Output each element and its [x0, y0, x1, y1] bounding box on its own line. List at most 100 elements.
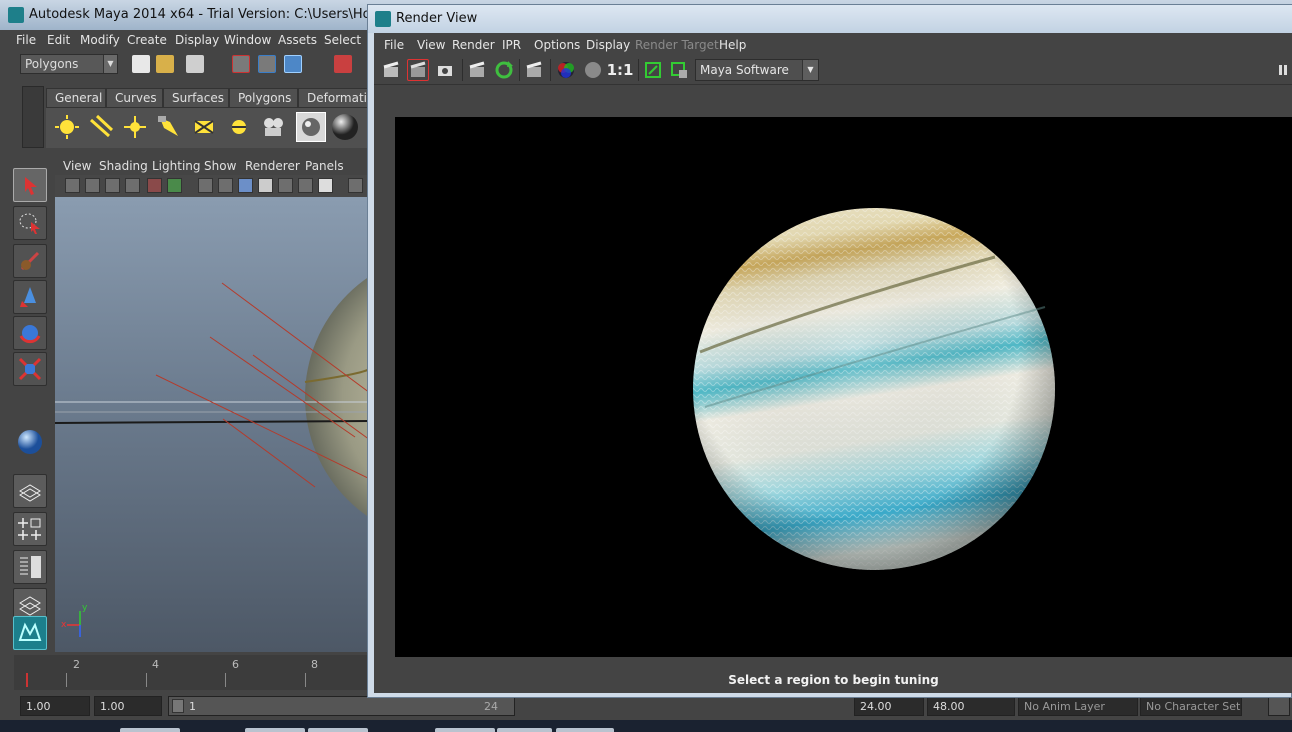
select-camera-icon[interactable]: [65, 178, 80, 193]
range-slider[interactable]: 1 24: [168, 696, 515, 716]
outliner-layout-icon[interactable]: [13, 550, 47, 584]
save-scene-icon[interactable]: [186, 55, 204, 73]
shelf-tab-surfaces[interactable]: Surfaces: [163, 88, 229, 108]
menu-file[interactable]: File: [16, 33, 36, 47]
smooth-shade-icon[interactable]: [218, 178, 233, 193]
start-time-field[interactable]: 1.00: [20, 696, 90, 716]
shelf-tab-curves[interactable]: Curves: [106, 88, 163, 108]
taskbar-button[interactable]: [245, 728, 305, 732]
default-lighting-icon[interactable]: [238, 178, 253, 193]
anim-prefs-icon[interactable]: [1268, 696, 1290, 716]
end-time-field[interactable]: 48.00: [927, 696, 1015, 716]
scale-tool-icon[interactable]: [13, 352, 47, 386]
lasso-tool-icon[interactable]: [13, 206, 47, 240]
film-gate-icon[interactable]: [167, 178, 182, 193]
key-icon[interactable]: [1245, 696, 1267, 716]
snapshot-icon[interactable]: [434, 59, 456, 81]
rotate-tool-icon[interactable]: [13, 316, 47, 350]
menu-display[interactable]: Display: [175, 33, 219, 47]
real-size-button[interactable]: 1:1: [606, 59, 634, 81]
renderer-select[interactable]: Maya Software ▼: [695, 59, 819, 81]
rv-menu-file[interactable]: File: [384, 38, 404, 52]
select-hierarchy-icon[interactable]: [232, 55, 250, 73]
ipr-render-icon[interactable]: [466, 59, 488, 81]
shelf-tab-polygons[interactable]: Polygons: [229, 88, 298, 108]
menu-select[interactable]: Select: [324, 33, 361, 47]
playback-start-field[interactable]: 1.00: [94, 696, 162, 716]
isolate-icon[interactable]: [318, 178, 333, 193]
rv-menu-help[interactable]: Help: [719, 38, 746, 52]
viewport-planet-sphere[interactable]: [305, 252, 370, 542]
menu-window[interactable]: Window: [224, 33, 271, 47]
menu-edit[interactable]: Edit: [47, 33, 70, 47]
rv-menu-options[interactable]: Options: [534, 38, 580, 52]
render-sphere-icon[interactable]: [330, 112, 360, 142]
keep-image-icon[interactable]: [642, 59, 664, 81]
remove-image-icon[interactable]: [668, 59, 690, 81]
rv-menu-ipr[interactable]: IPR: [502, 38, 521, 52]
move-tool-icon[interactable]: [13, 280, 47, 314]
rv-menu-render[interactable]: Render: [452, 38, 495, 52]
shelf-tab-deformation[interactable]: Deformation: [298, 88, 370, 108]
wireframe-icon[interactable]: [198, 178, 213, 193]
four-view-layout-icon[interactable]: [13, 512, 47, 546]
render-view-title-bar[interactable]: Render View: [368, 5, 1292, 33]
new-scene-icon[interactable]: [132, 55, 150, 73]
refresh-ipr-icon[interactable]: [493, 59, 515, 81]
character-set-field[interactable]: No Character Set: [1140, 696, 1242, 716]
anim-layer-field[interactable]: No Anim Layer: [1018, 696, 1138, 716]
single-perspective-layout-icon[interactable]: [13, 474, 47, 508]
perspective-viewport[interactable]: x y: [55, 197, 370, 652]
open-scene-icon[interactable]: [156, 55, 174, 73]
select-tool-icon[interactable]: [13, 168, 47, 202]
textured-icon[interactable]: [298, 178, 313, 193]
volume-light-icon[interactable]: [224, 112, 254, 142]
xray-icon[interactable]: [278, 178, 293, 193]
menu-set-select[interactable]: Polygons ▼: [20, 54, 118, 74]
directional-light-icon[interactable]: [86, 112, 116, 142]
menu-create[interactable]: Create: [127, 33, 167, 47]
render-sequence-icon[interactable]: [523, 59, 545, 81]
image-plane-icon[interactable]: [125, 178, 140, 193]
point-light-icon[interactable]: [120, 112, 150, 142]
taskbar-button[interactable]: [556, 728, 614, 732]
taskbar-button[interactable]: [120, 728, 180, 732]
panel-menu-lighting[interactable]: Lighting: [152, 159, 201, 173]
render-image-area[interactable]: [395, 117, 1292, 657]
select-component-icon[interactable]: [284, 55, 302, 73]
panel-menu-panels[interactable]: Panels: [305, 159, 344, 173]
playback-end-field[interactable]: 24.00: [854, 696, 924, 716]
taskbar-button[interactable]: [435, 728, 495, 732]
last-tool-icon[interactable]: [13, 425, 47, 459]
taskbar-button[interactable]: [497, 728, 552, 732]
area-light-icon[interactable]: [189, 112, 219, 142]
rv-menu-display[interactable]: Display: [586, 38, 630, 52]
panel-menu-view[interactable]: View: [63, 159, 91, 173]
panel-menu-shading[interactable]: Shading: [99, 159, 148, 173]
shelf-options-handle[interactable]: [22, 86, 44, 148]
camera-icon[interactable]: [258, 112, 288, 142]
shelf-tab-general[interactable]: General: [46, 88, 106, 108]
spot-light-icon[interactable]: [154, 112, 184, 142]
taskbar-button[interactable]: [308, 728, 368, 732]
menu-modify[interactable]: Modify: [80, 33, 120, 47]
rv-menu-view[interactable]: View: [417, 38, 445, 52]
time-slider[interactable]: 2 4 6 8: [14, 655, 370, 690]
shadows-icon[interactable]: [258, 178, 273, 193]
panel-menu-show[interactable]: Show: [204, 159, 236, 173]
camera-attributes-icon[interactable]: [85, 178, 100, 193]
rgb-channels-icon[interactable]: [555, 59, 577, 81]
panel-menu-renderer[interactable]: Renderer: [245, 159, 300, 173]
grid-icon[interactable]: [147, 178, 162, 193]
range-start-handle[interactable]: [172, 699, 184, 713]
pause-icon[interactable]: [1276, 59, 1290, 81]
render-region-icon[interactable]: [407, 59, 429, 81]
ambient-light-icon[interactable]: [52, 112, 82, 142]
menu-assets[interactable]: Assets: [278, 33, 317, 47]
select-object-icon[interactable]: [258, 55, 276, 73]
bookmark-icon[interactable]: [105, 178, 120, 193]
hypershade-icon[interactable]: [296, 112, 326, 142]
redo-render-icon[interactable]: [380, 59, 402, 81]
cube-icon[interactable]: [348, 178, 363, 193]
snap-icon[interactable]: [334, 55, 352, 73]
